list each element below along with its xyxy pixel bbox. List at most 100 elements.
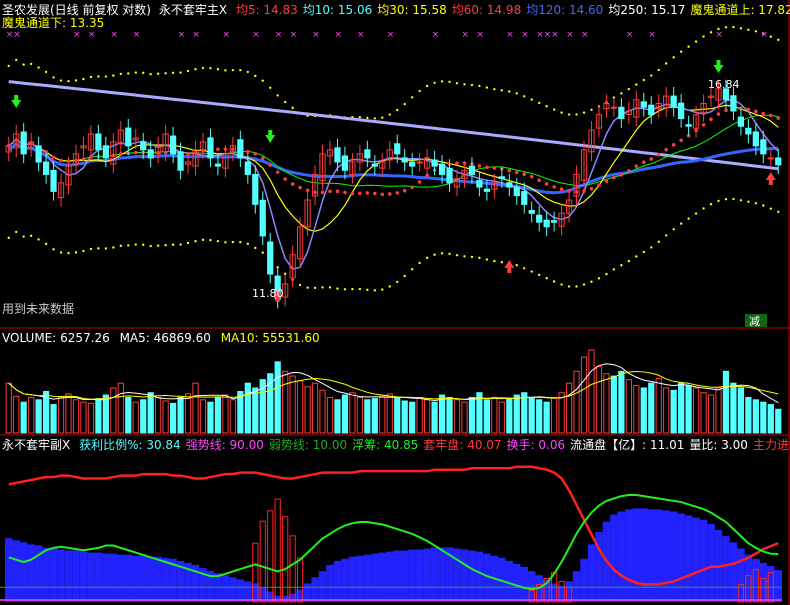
profit-bar xyxy=(348,556,357,602)
channel-up-dot xyxy=(440,80,444,83)
sub-header: 永不套牢副X 获利比例%: 30.84 强势线: 90.00 弱势线: 10.00 浮… xyxy=(2,437,790,452)
channel-down-dot xyxy=(366,288,369,292)
ma30-dot xyxy=(768,113,773,118)
volume-bar xyxy=(678,382,685,434)
top-x-mark: × xyxy=(581,30,589,40)
volume-bar xyxy=(648,382,655,434)
channel-up-dot xyxy=(575,113,578,116)
indicator-name: 永不套牢主X xyxy=(159,2,227,17)
channel-up-dot xyxy=(179,71,182,74)
ma30-dot xyxy=(320,190,325,195)
channel-down-dot xyxy=(313,286,317,290)
channel-down-dot xyxy=(747,200,750,203)
profit-bar xyxy=(640,508,648,602)
channel-down-dot xyxy=(156,244,160,247)
channel-down-dot xyxy=(29,234,33,238)
channel-up-dot xyxy=(291,106,294,110)
channel-up-dot xyxy=(44,70,48,74)
ma30-dot xyxy=(328,189,332,194)
channel-up-dot xyxy=(283,100,287,104)
candle-body xyxy=(745,127,752,135)
header-item: 均10: 15.06 xyxy=(303,3,372,17)
channel-up-dot xyxy=(567,113,571,116)
candle-body xyxy=(513,186,520,197)
ma30-dot xyxy=(761,111,766,116)
candle-body xyxy=(334,147,341,163)
candle-body xyxy=(140,141,147,151)
sub-item: 主力进场: 0.00 xyxy=(753,438,790,452)
profit-bar xyxy=(124,554,133,602)
candle-body xyxy=(438,163,446,175)
channel-down-dot xyxy=(59,251,63,254)
profit-bar xyxy=(109,553,118,602)
profit-bar xyxy=(423,548,431,602)
volume-bar xyxy=(252,387,259,434)
header-item: 均120: 14.60 xyxy=(526,3,603,17)
ma30-dot xyxy=(268,163,273,167)
top-x-mark: × xyxy=(13,30,21,40)
profit-bar xyxy=(707,523,715,602)
volume-ma5: MA5: 46869.60 xyxy=(120,331,211,345)
channel-down-dot xyxy=(448,252,451,255)
channel-down-dot xyxy=(493,259,496,263)
channel-down-dot xyxy=(104,247,108,250)
channel-down-dot xyxy=(418,261,421,265)
channel-up-dot xyxy=(388,113,391,116)
profit-bar xyxy=(617,511,626,602)
top-x-mark: × xyxy=(536,30,544,40)
channel-down-dot xyxy=(403,274,406,278)
channel-up-dot xyxy=(627,87,631,91)
channel-down-dot xyxy=(261,251,264,254)
channel-down-dot xyxy=(52,248,55,251)
ma30-dot xyxy=(216,147,220,152)
sub-item: 流通盘【亿】: 11.01 xyxy=(570,437,684,452)
channel-down-dot xyxy=(545,276,548,280)
channel-down-dot xyxy=(171,243,175,246)
channel-down-dot xyxy=(194,239,197,243)
candle-body xyxy=(169,135,177,155)
channel-up-dot xyxy=(410,96,414,99)
volume-bar xyxy=(468,396,476,434)
profit-bar xyxy=(42,547,50,602)
channel-down-dot xyxy=(724,198,728,201)
candle-body xyxy=(730,95,737,112)
candle-body xyxy=(102,145,109,159)
profit-bar xyxy=(146,556,155,602)
channel-up-dot xyxy=(269,86,272,89)
ma30-dot xyxy=(701,123,706,127)
channel-down-dot xyxy=(74,251,78,254)
channel-down-dot xyxy=(590,280,593,283)
candle-body xyxy=(775,157,782,166)
channel-down-dot xyxy=(37,238,40,241)
profit-bar xyxy=(520,567,528,602)
candle-body xyxy=(409,161,416,167)
channel-down-dot xyxy=(351,287,354,291)
channel-down-dot xyxy=(336,287,339,290)
channel-up-dot xyxy=(500,89,504,92)
profit-bar xyxy=(27,544,35,602)
volume-bar xyxy=(618,370,625,434)
sub-item: 强势线: 90.00 xyxy=(186,438,264,452)
profit-bar xyxy=(154,556,162,602)
volume-bar xyxy=(536,399,543,434)
channel-up-dot xyxy=(381,116,384,119)
channel-up-dot xyxy=(724,26,728,29)
candle-body xyxy=(252,173,259,205)
channel-up-dot xyxy=(687,45,690,48)
candle-body xyxy=(678,102,685,120)
channel-down-dot xyxy=(567,285,571,288)
header-item: 均60: 14.98 xyxy=(452,3,521,17)
ma30-dot xyxy=(410,185,414,190)
channel-down-dot xyxy=(657,240,660,244)
stock-chart: × × × × × × × × × × × × × × × × × × × × × × × × × × × × × × 圣农发展(日线 前… xyxy=(0,0,790,605)
channel-up-dot xyxy=(261,79,264,82)
profit-bar xyxy=(12,540,20,602)
channel-down-dot xyxy=(343,288,347,291)
channel-down-dot xyxy=(15,230,18,234)
channel-down-dot xyxy=(7,236,10,240)
channel-up-dot xyxy=(635,83,638,86)
channel-up-dot xyxy=(194,68,197,71)
sub-item: 量比: 3.00 xyxy=(689,438,748,452)
ma30-dot xyxy=(275,170,280,174)
ma30-dot xyxy=(51,155,56,160)
